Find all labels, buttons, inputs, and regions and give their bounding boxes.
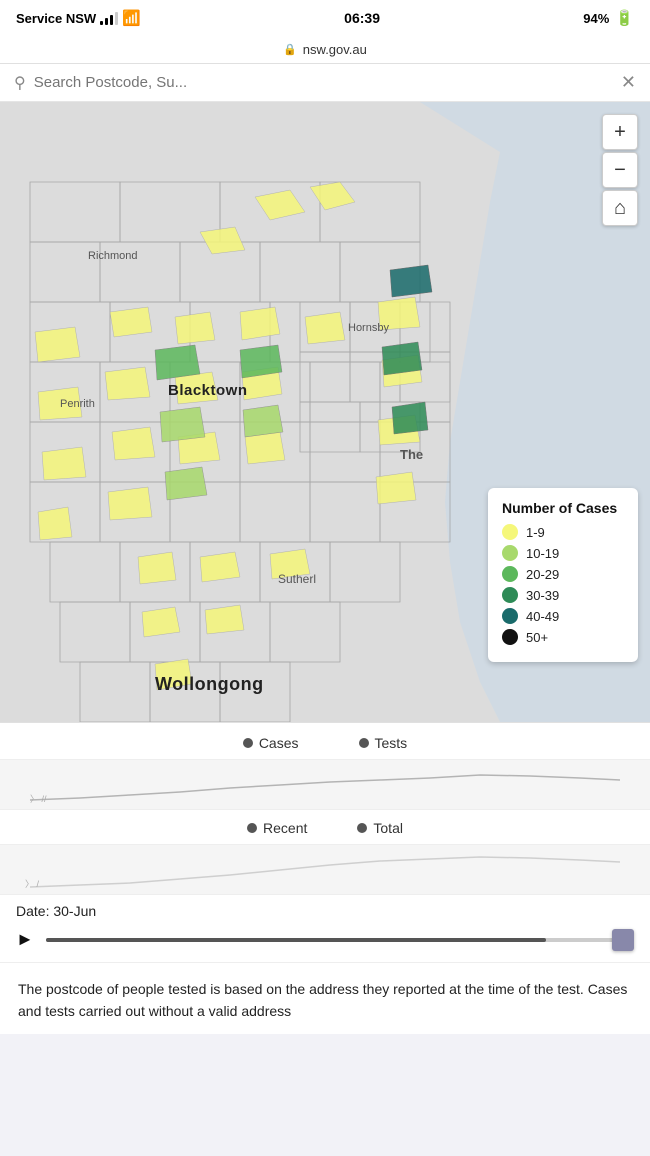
time-label: 06:39 <box>344 10 380 26</box>
chart-cases: 〉 // <box>0 760 650 810</box>
legend-title: Number of Cases <box>502 500 624 516</box>
legend-label-1-9: 1-9 <box>526 525 545 540</box>
legend-item-30-39: 30-39 <box>502 587 624 603</box>
map-container[interactable]: Richmond Hornsby Penrith Blacktown The S… <box>0 102 650 722</box>
map-controls: + − ⌂ <box>602 114 638 226</box>
toggle-row: Recent Total <box>0 810 650 845</box>
zoom-out-button[interactable]: − <box>602 152 638 188</box>
signal-icon <box>100 12 118 25</box>
slider-fill <box>46 938 546 942</box>
legend-dot-1-9 <box>502 524 518 540</box>
url-label: nsw.gov.au <box>303 42 367 57</box>
status-bar: Service NSW 📶 06:39 94% 🔋 <box>0 0 650 36</box>
legend-item-10-19: 10-19 <box>502 545 624 561</box>
legend-dot-40-49 <box>502 608 518 624</box>
legend-dot-30-39 <box>502 587 518 603</box>
status-left: Service NSW 📶 <box>16 9 141 27</box>
svg-text:〉 /: 〉 / <box>25 879 40 889</box>
richmond-label: Richmond <box>88 250 138 262</box>
bottom-controls: Cases Tests 〉 // Recent Total 〉 / Da <box>0 722 650 962</box>
toggle-recent[interactable]: Recent <box>247 820 307 836</box>
hornsby-label: Hornsby <box>348 322 389 334</box>
home-button[interactable]: ⌂ <box>602 190 638 226</box>
address-bar: 🔒 nsw.gov.au <box>0 36 650 64</box>
penrith-label: Penrith <box>60 398 95 410</box>
legend-label-50plus: 50+ <box>526 630 548 645</box>
wollongong-label: Wollongong <box>155 674 264 695</box>
clear-icon[interactable]: ✕ <box>621 72 636 93</box>
timeline-slider[interactable] <box>46 938 634 942</box>
date-row: Date: 30-Jun <box>0 895 650 923</box>
tab-tests[interactable]: Tests <box>359 735 408 751</box>
date-label: Date: 30-Jun <box>16 903 96 919</box>
svg-text:〉 //: 〉 // <box>30 794 47 804</box>
toggle-recent-dot <box>247 823 257 833</box>
search-icon: ⚲ <box>14 73 26 93</box>
slider-row[interactable]: ► <box>0 923 650 962</box>
legend-item-20-29: 20-29 <box>502 566 624 582</box>
legend-label-10-19: 10-19 <box>526 546 559 561</box>
tab-cases-label: Cases <box>259 735 299 751</box>
legend-label-20-29: 20-29 <box>526 567 559 582</box>
carrier-label: Service NSW <box>16 11 96 26</box>
legend-label-30-39: 30-39 <box>526 588 559 603</box>
legend-dot-10-19 <box>502 545 518 561</box>
status-right: 94% 🔋 <box>583 9 634 27</box>
info-paragraph: The postcode of people tested is based o… <box>18 979 632 1022</box>
tab-cases-dot <box>243 738 253 748</box>
legend-dot-20-29 <box>502 566 518 582</box>
legend-item-50plus: 50+ <box>502 629 624 645</box>
lock-icon: 🔒 <box>283 43 297 56</box>
toggle-total[interactable]: Total <box>357 820 403 836</box>
battery-icon: 🔋 <box>615 9 634 27</box>
tab-tests-dot <box>359 738 369 748</box>
legend-dot-50plus <box>502 629 518 645</box>
blacktown-label: Blacktown <box>168 382 248 399</box>
legend-item-40-49: 40-49 <box>502 608 624 624</box>
battery-label: 94% <box>583 11 609 26</box>
legend: Number of Cases 1-9 10-19 20-29 30-39 40… <box>488 488 638 662</box>
search-bar[interactable]: ⚲ ✕ <box>0 64 650 102</box>
play-button[interactable]: ► <box>16 929 34 950</box>
legend-label-40-49: 40-49 <box>526 609 559 624</box>
legend-item-1-9: 1-9 <box>502 524 624 540</box>
toggle-total-label: Total <box>373 820 403 836</box>
chart-totals: 〉 / <box>0 845 650 895</box>
tab-tests-label: Tests <box>375 735 408 751</box>
toggle-total-dot <box>357 823 367 833</box>
sutherland-label: Sutherl <box>278 572 316 586</box>
info-text: The postcode of people tested is based o… <box>0 962 650 1034</box>
zoom-in-button[interactable]: + <box>602 114 638 150</box>
wifi-icon: 📶 <box>122 9 141 27</box>
tab-cases[interactable]: Cases <box>243 735 299 751</box>
search-input[interactable] <box>34 74 613 91</box>
toggle-recent-label: Recent <box>263 820 307 836</box>
the-label: The <box>400 447 423 462</box>
tab-row: Cases Tests <box>0 723 650 760</box>
slider-thumb[interactable] <box>612 929 634 951</box>
